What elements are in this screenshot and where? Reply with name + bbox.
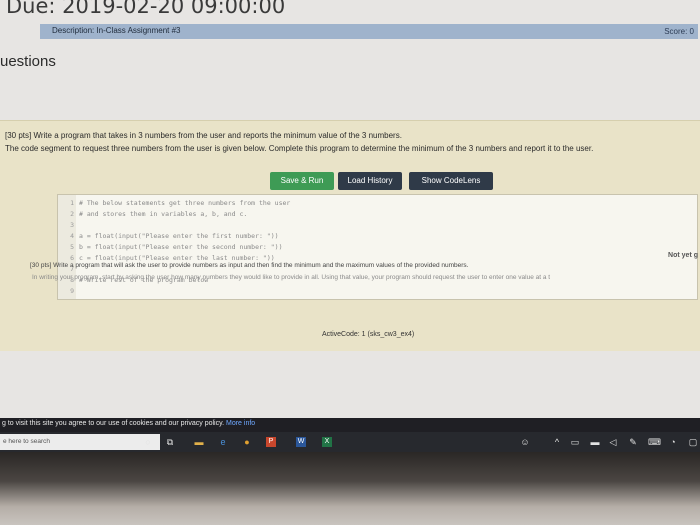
code-line[interactable]: # The below statements get three numbers… <box>79 199 290 208</box>
chrome-icon[interactable]: ● <box>242 437 252 447</box>
cookie-banner-text: g to visit this site you agree to our us… <box>2 420 225 427</box>
code-line[interactable]: a = float(input("Please enter the first … <box>79 232 279 241</box>
grading-status: Not yet g <box>668 252 698 259</box>
line-number: 1 <box>70 199 74 207</box>
task-view-icon[interactable]: ⧉ <box>165 437 175 447</box>
keyboard-icon[interactable]: ⌨ <box>648 437 661 447</box>
taskbar-search-box[interactable]: e here to search <box>0 434 160 450</box>
battery-icon[interactable]: ▬ <box>590 437 600 447</box>
pen-icon[interactable]: ✎ <box>628 437 638 447</box>
due-date: Due: 2019-02-20 09:00:00 <box>6 0 286 18</box>
save-and-run-button[interactable]: Save & Run <box>270 172 334 190</box>
show-hidden-icons-icon[interactable]: ^ <box>552 437 562 447</box>
cookie-banner: g to visit this site you agree to our us… <box>0 418 700 432</box>
excel-icon[interactable]: X <box>322 437 332 447</box>
show-codelens-button[interactable]: Show CodeLens <box>409 172 493 190</box>
browser-page: Due: 2019-02-20 09:00:00 Description: In… <box>0 0 700 430</box>
line-number: 5 <box>70 243 74 251</box>
line-number: 9 <box>70 287 74 295</box>
word-icon[interactable]: W <box>296 437 306 447</box>
code-line[interactable]: b = float(input("Please enter the second… <box>79 243 283 252</box>
question-1-prompt: [30 pts] Write a program that takes in 3… <box>5 131 402 140</box>
cortana-icon[interactable]: ○ <box>143 437 153 447</box>
question-2-instructions: In writing your program, start by asking… <box>32 274 551 281</box>
edge-icon[interactable]: e <box>218 437 228 447</box>
taskbar-search-placeholder: e here to search <box>3 438 50 445</box>
powerpoint-icon[interactable]: P <box>266 437 276 447</box>
assignment-description: Description: In-Class Assignment #3 <box>52 26 181 35</box>
taskbar: e here to search ○ ⧉ ▬ e ● P W X ☺ ^ ▭ ▬… <box>0 432 700 452</box>
code-line[interactable]: # and stores them in variables a, b, and… <box>79 210 247 219</box>
wifi-icon[interactable]: ◔ <box>668 437 678 447</box>
notification-icon[interactable]: ▢ <box>688 437 698 447</box>
volume-icon[interactable]: ◁ <box>608 437 618 447</box>
network-icon[interactable]: ▭ <box>570 437 580 447</box>
load-history-button[interactable]: Load History <box>338 172 402 190</box>
question-2-prompt: [30 pts] Write a program that will ask t… <box>30 262 469 269</box>
file-explorer-icon[interactable]: ▬ <box>194 437 204 447</box>
people-icon[interactable]: ☺ <box>520 437 530 447</box>
activecode-label: ActiveCode: 1 (sks_cw3_ex4) <box>322 331 415 338</box>
questions-heading: uestions <box>0 53 56 70</box>
line-number: 4 <box>70 232 74 240</box>
question-1-panel: [30 pts] Write a program that takes in 3… <box>0 120 700 351</box>
monitor-bezel <box>0 452 700 525</box>
line-number: 2 <box>70 210 74 218</box>
line-number: 3 <box>70 221 74 229</box>
more-info-link[interactable]: More info <box>226 420 255 427</box>
question-1-instructions: The code segment to request three number… <box>5 144 594 153</box>
score-label: Score: 0 <box>664 27 694 36</box>
code-editor[interactable]: 1 # The below statements get three number… <box>57 194 698 300</box>
